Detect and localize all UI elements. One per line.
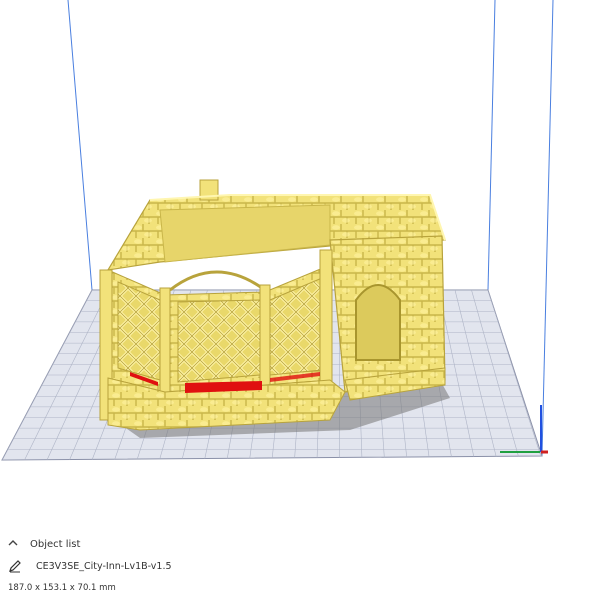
scene-canvas[interactable] xyxy=(0,0,600,530)
build-volume-edge-left xyxy=(67,0,93,291)
chevron-up-icon[interactable] xyxy=(8,539,22,550)
object-list-header[interactable]: Object list xyxy=(8,536,80,552)
object-list-title: Object list xyxy=(30,538,81,550)
build-volume-edge-right xyxy=(487,0,496,291)
pencil-icon[interactable] xyxy=(8,559,24,573)
object-list-panel: Object list CE3V3SE_City-Inn-Lv1B-v1.5 1… xyxy=(0,530,600,599)
build-volume-edge-front-right xyxy=(541,0,554,457)
object-name: CE3V3SE_City-Inn-Lv1B-v1.5 xyxy=(36,560,172,572)
3d-viewport[interactable] xyxy=(0,0,600,530)
model-city-inn[interactable] xyxy=(99,179,446,431)
object-dimensions: 187.0 x 153.1 x 70.1 mm xyxy=(8,583,116,593)
object-list-item[interactable]: CE3V3SE_City-Inn-Lv1B-v1.5 xyxy=(8,558,172,574)
